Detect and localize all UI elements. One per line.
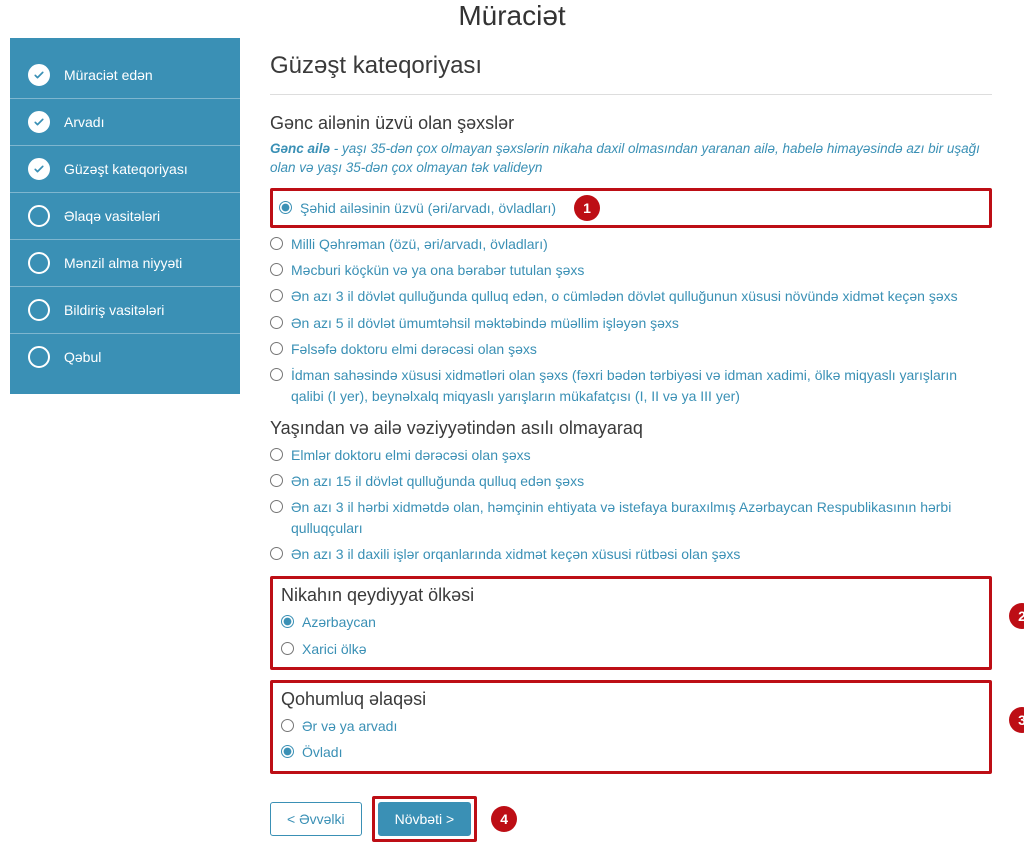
callout-2: Nikahın qeydiyyat ölkəsi Azərbaycan Xaric… (270, 576, 992, 670)
radio-label: Milli Qəhrəman (özü, əri/arvadı, övladla… (291, 234, 548, 254)
radio-option[interactable]: Ən azı 3 il dövlət qulluğunda qulluq edə… (270, 286, 992, 306)
radio-input[interactable] (270, 368, 283, 381)
sidebar-item-label: Güzəşt kateqoriyası (64, 161, 188, 177)
radio-option[interactable]: Ən azı 3 il daxili işlər orqanlarında xi… (270, 544, 992, 564)
circle-icon (28, 299, 50, 321)
radio-option[interactable]: Ən azı 15 il dövlət qulluğunda qulluq ed… (270, 471, 992, 491)
wizard-sidebar: Müraciət edən Arvadı Güzəşt kateqoriyası Əl… (10, 38, 240, 394)
circle-icon (28, 346, 50, 368)
radio-option[interactable]: Elmlər doktoru elmi dərəcəsi olan şəxs (270, 445, 992, 465)
sidebar-item[interactable]: Güzəşt kateqoriyası (10, 146, 240, 193)
check-circle-icon (28, 111, 50, 133)
radio-label: İdman sahəsində xüsusi xidmətləri olan ş… (291, 365, 992, 406)
sidebar-item-label: Müraciət edən (64, 67, 153, 83)
radio-label: Elmlər doktoru elmi dərəcəsi olan şəxs (291, 445, 531, 465)
circle-icon (28, 252, 50, 274)
radio-input[interactable] (279, 201, 292, 214)
sidebar-item[interactable]: Arvadı (10, 99, 240, 146)
radio-input[interactable] (281, 642, 294, 655)
sidebar-item[interactable]: Mənzil alma niyyəti (10, 240, 240, 287)
section-regardless-heading: Yaşından və ailə vəziyyətindən asılı olm… (270, 418, 992, 439)
check-circle-icon (28, 158, 50, 180)
radio-label: Ən azı 5 il dövlət ümumtəhsil məktəbində… (291, 313, 679, 333)
radio-option[interactable]: Məcburi köçkün və ya ona bərabər tutulan… (270, 260, 992, 280)
marriage-country-heading: Nikahın qeydiyyat ölkəsi (281, 585, 955, 606)
callout-3: Qohumluq əlaqəsi Ər və ya arvadıÖvladı 3 (270, 680, 992, 774)
circle-icon (28, 205, 50, 227)
callout-1: Şəhid ailəsinin üzvü (əri/arvadı, övladl… (270, 188, 992, 228)
radio-input[interactable] (270, 474, 283, 487)
radio-label: Ən azı 3 il hərbi xidmətdə olan, həmçini… (291, 497, 992, 538)
radio-input[interactable] (281, 745, 294, 758)
sidebar-item[interactable]: Müraciət edən (10, 52, 240, 99)
radio-label: Ər və ya arvadı (302, 716, 397, 736)
radio-label: Ən azı 15 il dövlət qulluğunda qulluq ed… (291, 471, 584, 491)
radio-option[interactable]: Ən azı 5 il dövlət ümumtəhsil məktəbində… (270, 313, 992, 333)
radio-input[interactable] (270, 289, 283, 302)
radio-sehid-ailesi[interactable]: Şəhid ailəsinin üzvü (əri/arvadı, övladl… (279, 198, 556, 218)
sidebar-item[interactable]: Əlaqə vasitələri (10, 193, 240, 240)
prev-button[interactable]: < Əvvəlki (270, 802, 362, 836)
radio-option[interactable]: Xarici ölkə (281, 639, 955, 659)
radio-input[interactable] (281, 719, 294, 732)
radio-label: Fəlsəfə doktoru elmi dərəcəsi olan şəxs (291, 339, 537, 359)
radio-label: Xarici ölkə (302, 639, 367, 659)
sidebar-item[interactable]: Bildiriş vasitələri (10, 287, 240, 334)
radio-label: Azərbaycan (302, 612, 376, 632)
radio-input[interactable] (270, 500, 283, 513)
sidebar-item-label: Əlaqə vasitələri (64, 208, 160, 224)
radio-label: Şəhid ailəsinin üzvü (əri/arvadı, övladl… (300, 198, 556, 218)
radio-label: Məcburi köçkün və ya ona bərabər tutulan… (291, 260, 584, 280)
callout-badge-1: 1 (574, 195, 600, 221)
main-content: Güzəşt kateqoriyası Gənc ailənin üzvü ol… (240, 38, 1014, 866)
callout-badge-3: 3 (1009, 707, 1024, 733)
page-header: Müraciət (10, 0, 1014, 38)
page-title: Güzəşt kateqoriyası (270, 52, 992, 95)
section-young-family-heading: Gənc ailənin üzvü olan şəxslər (270, 113, 992, 134)
check-circle-icon (28, 64, 50, 86)
callout-4: Növbəti > (372, 796, 478, 842)
section1-remaining-radios: Milli Qəhrəman (özü, əri/arvadı, övladla… (270, 234, 992, 406)
radio-input[interactable] (270, 448, 283, 461)
radio-option[interactable]: Milli Qəhrəman (özü, əri/arvadı, övladla… (270, 234, 992, 254)
radio-input[interactable] (270, 342, 283, 355)
radio-input[interactable] (270, 263, 283, 276)
radio-option[interactable]: İdman sahəsində xüsusi xidmətləri olan ş… (270, 365, 992, 406)
sidebar-item-label: Mənzil alma niyyəti (64, 255, 182, 271)
radio-input[interactable] (281, 615, 294, 628)
sidebar-item-label: Qəbul (64, 349, 101, 365)
radio-option[interactable]: Ər və ya arvadı (281, 716, 961, 736)
radio-label: Övladı (302, 742, 342, 762)
young-family-hint: Gənc ailə - yaşı 35-dən çox olmayan şəxs… (270, 140, 992, 178)
radio-option[interactable]: Övladı (281, 742, 961, 762)
radio-option[interactable]: Ən azı 3 il hərbi xidmətdə olan, həmçini… (270, 497, 992, 538)
callout-badge-4: 4 (491, 806, 517, 832)
relation-heading: Qohumluq əlaqəsi (281, 689, 961, 710)
sidebar-item-label: Arvadı (64, 114, 104, 130)
radio-option[interactable]: Fəlsəfə doktoru elmi dərəcəsi olan şəxs (270, 339, 992, 359)
radio-input[interactable] (270, 547, 283, 560)
radio-input[interactable] (270, 237, 283, 250)
radio-label: Ən azı 3 il dövlət qulluğunda qulluq edə… (291, 286, 958, 306)
radio-option[interactable]: Azərbaycan (281, 612, 955, 632)
callout-badge-2: 2 (1009, 603, 1024, 629)
radio-input[interactable] (270, 316, 283, 329)
section2-radios: Elmlər doktoru elmi dərəcəsi olan şəxs Ən… (270, 445, 992, 564)
next-button[interactable]: Növbəti > (378, 802, 472, 836)
radio-label: Ən azı 3 il daxili işlər orqanlarında xi… (291, 544, 740, 564)
sidebar-item-label: Bildiriş vasitələri (64, 302, 164, 318)
sidebar-item[interactable]: Qəbul (10, 334, 240, 380)
